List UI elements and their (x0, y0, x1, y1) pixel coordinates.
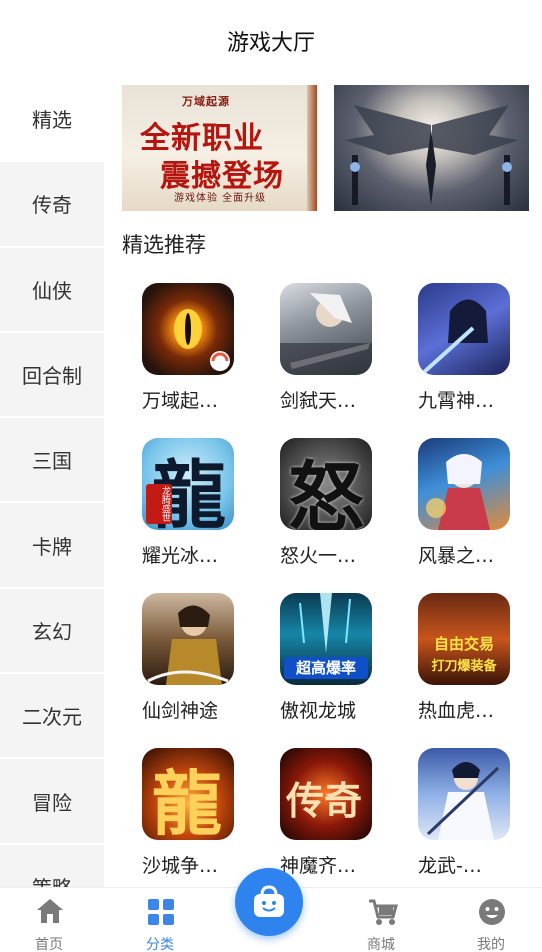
game-card[interactable]: 九霄神… (399, 283, 519, 423)
xianxia-hero-icon (418, 283, 510, 375)
game-card[interactable]: 超高爆率 傲视龙城 (261, 593, 381, 733)
game-name: 热血虎… (418, 700, 495, 722)
sidebar-item-fantasy[interactable]: 玄幻 (0, 588, 104, 675)
banner-winged-figure[interactable] (334, 85, 529, 211)
game-card[interactable]: 传奇 神魔齐… (261, 748, 381, 887)
sidebar-item-card[interactable]: 卡牌 (0, 503, 104, 589)
icon-glyph: 龍 (152, 762, 222, 840)
tab-label: 分类 (146, 937, 174, 952)
tab-mall[interactable]: 商城 (336, 888, 426, 952)
game-name: 剑弑天… (280, 390, 357, 412)
game-card[interactable]: 剑弑天… (261, 283, 381, 423)
main-content: 万域起源 全新职业 震撼登场 游戏体验 全面升级 精选推荐 万域起… 剑弑天… … (104, 77, 542, 887)
game-name: 傲视龙城 (280, 700, 357, 722)
game-card[interactable]: 自由交易 打刀爆装备 热血虎… (399, 593, 519, 733)
sidebar-item-anime[interactable]: 二次元 (0, 674, 104, 760)
header: 游戏大厅 (0, 0, 542, 80)
banner-subtitle: 游戏体验 全面升级 (174, 193, 267, 204)
icon-glyph: 传奇 (286, 778, 363, 823)
blue-strike-icon: 超高爆率 (280, 593, 372, 685)
game-name: 神魔齐… (280, 855, 357, 877)
sidebar-item-adventure[interactable]: 冒险 (0, 759, 104, 845)
icon-caption: 超高爆率 (284, 657, 368, 679)
game-name: 耀光冰… (142, 545, 219, 567)
game-name: 九霄神… (418, 390, 495, 412)
anime-girl-icon (418, 438, 510, 530)
sword-warrior-icon (280, 283, 372, 375)
game-name: 万域起… (142, 390, 219, 412)
banner-carousel[interactable]: 万域起源 全新职业 震撼登场 游戏体验 全面升级 (122, 85, 530, 211)
game-name: 龙武-… (418, 855, 482, 877)
tab-profile[interactable]: 我的 (446, 888, 536, 952)
tab-label: 首页 (35, 937, 63, 952)
game-name: 怒火一… (280, 545, 357, 567)
game-card[interactable]: 龍 龙腾盛世 耀光冰… (123, 438, 243, 578)
profile-icon (479, 899, 505, 925)
shopping-bag-icon (254, 885, 284, 917)
tab-label: 我的 (477, 937, 505, 952)
game-card[interactable]: 仙剑神途 (123, 593, 243, 733)
armored-hero-icon (142, 593, 234, 685)
game-card[interactable]: 龙武-… (399, 748, 519, 887)
banner-new-class[interactable]: 万域起源 全新职业 震撼登场 游戏体验 全面升级 (122, 85, 317, 211)
section-title: 精选推荐 (122, 233, 206, 257)
trade-promo-icon: 自由交易 打刀爆装备 (418, 593, 510, 685)
category-sidebar[interactable]: 精选 传奇 仙侠 回合制 三国 卡牌 玄幻 二次元 冒险 策略 (0, 77, 104, 887)
icon-caption: 自由交易 (433, 635, 494, 653)
white-swordsman-icon (418, 748, 510, 840)
page-title: 游戏大厅 (226, 31, 315, 56)
red-seal: 龙腾盛世 (146, 484, 172, 524)
tab-label: 商城 (367, 937, 395, 952)
grid-icon (148, 899, 174, 925)
sidebar-item-legend[interactable]: 传奇 (0, 162, 104, 248)
game-card[interactable]: 风暴之… (399, 438, 519, 578)
sidebar-item-featured[interactable]: 精选 (0, 77, 104, 163)
winged-figure-art (344, 105, 519, 205)
sidebar-item-turn-based[interactable]: 回合制 (0, 332, 104, 419)
home-icon (37, 899, 63, 923)
long-calligraphy-icon: 龍 龙腾盛世 (142, 438, 234, 530)
game-name: 风暴之… (418, 545, 495, 567)
banner-edge-art (307, 85, 317, 211)
shopping-bag-button[interactable] (235, 868, 303, 936)
tab-home[interactable]: 首页 (4, 888, 94, 952)
sidebar-item-strategy[interactable]: 策略 (0, 844, 104, 887)
sidebar-item-xianxia[interactable]: 仙侠 (0, 247, 104, 333)
fire-long-icon: 龍 (142, 748, 234, 840)
game-card[interactable]: 怒 怒火一… (261, 438, 381, 578)
game-card[interactable]: 龍 沙城争… (123, 748, 243, 887)
chuanqi-seal-icon: 传奇 (280, 748, 372, 840)
icon-glyph: 怒 (288, 453, 364, 530)
eye-dragon-icon (142, 283, 234, 375)
icon-caption-2: 打刀爆装备 (431, 659, 497, 674)
game-name: 仙剑神途 (142, 700, 219, 722)
game-card[interactable]: 万域起… (123, 283, 243, 423)
banner-tag: 万域起源 (182, 95, 230, 108)
cart-icon (369, 899, 398, 925)
sidebar-item-three-kingdoms[interactable]: 三国 (0, 418, 104, 504)
nu-calligraphy-icon: 怒 (280, 438, 372, 530)
game-name: 沙城争… (142, 855, 219, 877)
tab-category[interactable]: 分类 (115, 888, 205, 952)
